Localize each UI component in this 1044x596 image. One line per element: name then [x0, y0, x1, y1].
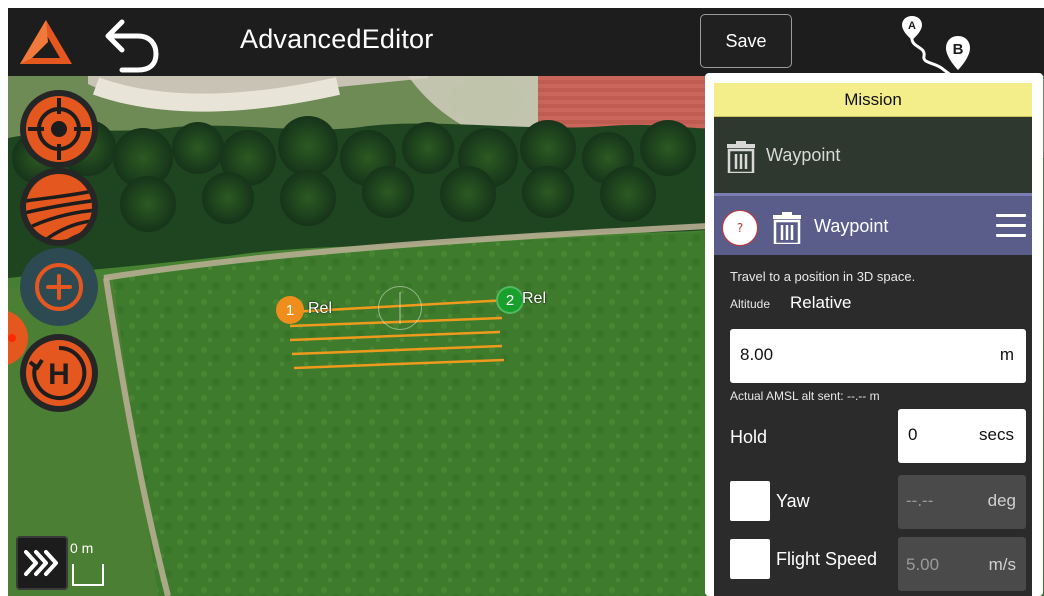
amsl-note: Actual AMSL alt sent: --.-- m	[730, 389, 880, 403]
altitude-label: Altitude	[730, 297, 771, 311]
mission-header[interactable]: Mission	[714, 83, 1032, 117]
flight-speed-value: 5.00	[906, 555, 940, 574]
mission-list[interactable]: Mission Waypoint ? Waypoint Travel to a …	[714, 83, 1032, 596]
mission-item-label: Waypoint	[766, 145, 841, 165]
map-scale-bar	[72, 564, 104, 586]
crosshair-icon	[26, 96, 92, 162]
waypoint-card-body: Travel to a position in 3D space. Altitu…	[714, 255, 1032, 596]
chevrons-right-icon	[24, 550, 58, 576]
yaw-checkbox[interactable]	[730, 481, 770, 521]
save-button[interactable]: Save	[700, 14, 792, 68]
altitude-mode-selector[interactable]: Relative	[790, 293, 851, 313]
hold-value: 0	[908, 425, 918, 444]
yaw-field[interactable]: --.-- deg	[898, 475, 1026, 529]
yaw-label: Yaw	[776, 491, 810, 511]
route-start-label: A	[908, 20, 916, 32]
mission-panel: Mission Waypoint ? Waypoint Travel to a …	[705, 73, 1043, 596]
flight-speed-unit: m/s	[988, 555, 1016, 574]
survey-button[interactable]	[20, 168, 98, 246]
mission-item-previous[interactable]: Waypoint	[714, 117, 1032, 193]
flight-speed-field[interactable]: 5.00 m/s	[898, 537, 1026, 591]
waypoint-marker-1[interactable]: 1	[276, 296, 304, 324]
waypoint-card-header[interactable]: ? Waypoint	[714, 193, 1032, 255]
waypoint-description: Travel to a position in 3D space.	[730, 269, 916, 284]
trash-icon[interactable]	[772, 212, 802, 244]
altitude-value: 8.00	[740, 345, 774, 364]
waypoint-card-title: Waypoint	[814, 216, 889, 236]
hamburger-menu-icon[interactable]	[996, 214, 1026, 240]
back-arrow-icon[interactable]	[100, 14, 162, 74]
hold-label: Hold	[730, 427, 768, 447]
top-bar: AdvancedEditor Save A B	[8, 8, 1044, 78]
waypoint-marker-2[interactable]: 2	[496, 286, 524, 314]
route-ab-icon[interactable]: A B	[896, 12, 976, 80]
help-icon[interactable]: ?	[722, 210, 758, 246]
svg-text:H: H	[48, 358, 70, 391]
screen: 1 Rel 2 Rel AdvancedEditor Save A B H 0 …	[8, 8, 1044, 596]
survey-pattern-icon	[26, 174, 92, 240]
altitude-field[interactable]: 8.00 m	[730, 329, 1026, 383]
yaw-unit: deg	[987, 491, 1016, 510]
yaw-value: --.--	[906, 491, 934, 510]
altitude-unit: m	[999, 345, 1014, 364]
map-scale-label: 0 m	[70, 540, 94, 556]
route-end-label: B	[953, 41, 964, 58]
app-logo-icon[interactable]	[18, 18, 74, 68]
hold-field[interactable]: 0 secs	[898, 409, 1026, 463]
map-center-marker[interactable]	[378, 286, 422, 330]
page-title: AdvancedEditor	[240, 24, 434, 54]
waypoint-label-2: Rel	[522, 290, 547, 307]
waypoint-label-1: Rel	[308, 300, 333, 317]
waypoint-number: 2	[505, 291, 515, 309]
waypoint-number: 1	[285, 301, 295, 319]
flight-speed-label: Flight Speed	[776, 549, 878, 569]
hold-unit: secs	[979, 425, 1014, 444]
flight-speed-checkbox[interactable]	[730, 539, 770, 579]
add-waypoint-button[interactable]	[20, 248, 98, 326]
center-vehicle-button[interactable]	[20, 90, 98, 168]
return-home-button[interactable]: H	[20, 334, 98, 412]
expand-toolbar-button[interactable]	[16, 536, 68, 590]
trash-icon[interactable]	[726, 141, 756, 173]
return-home-icon: H	[26, 340, 92, 406]
add-waypoint-icon	[35, 263, 83, 311]
